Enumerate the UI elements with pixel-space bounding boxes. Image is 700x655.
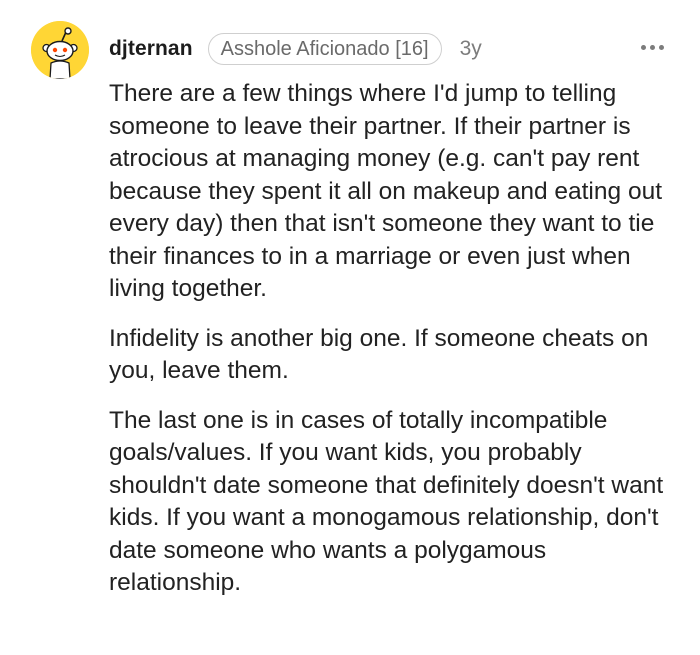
more-options-icon (640, 44, 664, 50)
comment: djternan Asshole Aficionado [16] 3y Ther… (0, 0, 700, 655)
user-flair-badge: Asshole Aficionado [16] (207, 33, 442, 65)
comment-paragraph: Infidelity is another big one. If someon… (109, 324, 649, 385)
comment-paragraph: There are a few things where I'd jump to… (109, 80, 662, 302)
avatar[interactable] (31, 21, 89, 79)
snoo-avatar-icon (31, 21, 89, 79)
comment-paragraph: The last one is in cases of totally inco… (109, 406, 664, 597)
more-options-button[interactable] (636, 36, 668, 58)
comment-meta: djternan Asshole Aficionado [16] 3y (109, 32, 482, 66)
comment-age[interactable]: 3y (460, 37, 482, 61)
author-username[interactable]: djternan (109, 37, 193, 61)
comment-body: There are a few things where I'd jump to… (109, 78, 684, 617)
